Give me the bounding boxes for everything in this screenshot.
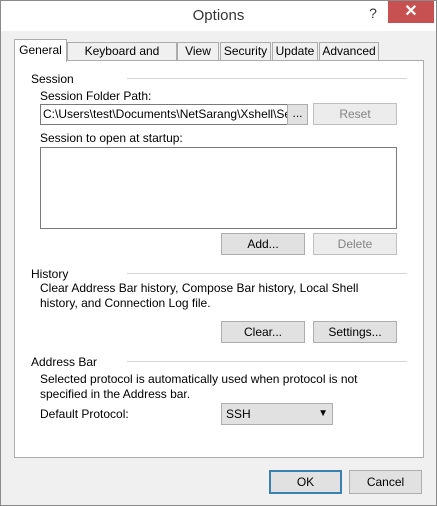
general-panel: Session Session Folder Path: C:\Users\te… [14, 60, 424, 458]
close-button[interactable]: ✕ [388, 1, 434, 23]
session-folder-input[interactable]: C:\Users\test\Documents\NetSarang\Xshell… [40, 104, 289, 125]
reset-button[interactable]: Reset [313, 103, 397, 125]
options-dialog: Options ? ✕ General Keyboard and Mouse V… [0, 0, 437, 506]
tab-general[interactable]: General [14, 39, 67, 62]
startup-session-list[interactable] [40, 147, 397, 229]
session-group-title: Session [31, 72, 74, 86]
session-divider [127, 78, 407, 79]
chevron-down-icon: ▼ [318, 408, 328, 419]
address-bar-description: Selected protocol is automatically used … [40, 372, 358, 401]
tab-advanced[interactable]: Advanced [319, 42, 379, 61]
delete-button[interactable]: Delete [313, 233, 397, 255]
tab-view[interactable]: View [177, 42, 219, 61]
help-icon[interactable]: ? [363, 3, 383, 23]
default-protocol-select[interactable]: SSH ▼ [221, 403, 333, 425]
tab-update[interactable]: Update [272, 42, 318, 61]
session-folder-label: Session Folder Path: [40, 89, 152, 103]
cancel-button[interactable]: Cancel [349, 470, 422, 494]
history-description: Clear Address Bar history, Compose Bar h… [40, 281, 359, 310]
browse-button[interactable]: ... [287, 104, 308, 125]
add-button[interactable]: Add... [221, 233, 305, 255]
default-protocol-label: Default Protocol: [40, 407, 129, 421]
title-bar: Options ? ✕ [1, 1, 436, 31]
ok-button[interactable]: OK [269, 470, 342, 494]
default-protocol-value: SSH [226, 407, 251, 421]
clear-button[interactable]: Clear... [221, 321, 305, 343]
history-divider [127, 273, 407, 274]
history-settings-button[interactable]: Settings... [313, 321, 397, 343]
startup-session-label: Session to open at startup: [40, 131, 183, 145]
history-group-title: History [31, 267, 69, 281]
tab-keyboard-and-mouse[interactable]: Keyboard and Mouse [67, 42, 177, 75]
address-bar-divider [127, 361, 407, 362]
address-bar-group-title: Address Bar [31, 355, 98, 369]
tab-security[interactable]: Security [220, 42, 271, 61]
